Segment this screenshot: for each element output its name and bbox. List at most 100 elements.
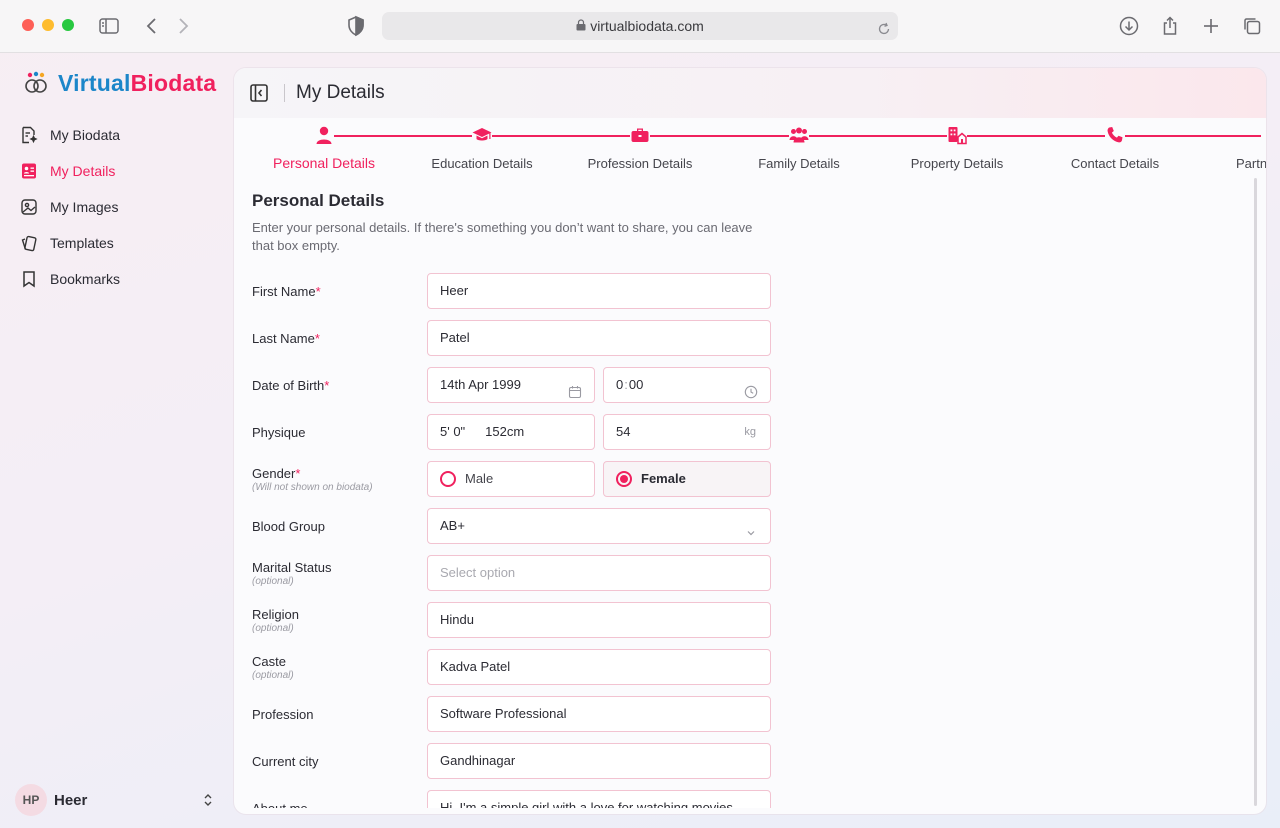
share-icon[interactable] <box>1158 14 1182 38</box>
collapse-sidebar-icon[interactable] <box>249 83 269 103</box>
weight-unit: kg <box>744 426 756 438</box>
profession-row: Profession Software Professional <box>252 696 772 732</box>
address-bar[interactable]: virtualbiodata.com <box>382 12 898 40</box>
dob-date-value: 14th Apr 1999 <box>440 377 521 392</box>
tab-partner[interactable]: Partner <box>1236 156 1266 171</box>
profession-field[interactable]: Software Professional <box>427 696 771 732</box>
marital-status-label: Marital Status (optional) <box>252 559 332 587</box>
sidebar-nav: My Biodata My Details My Images Template… <box>20 117 220 297</box>
sidebar-item-my-biodata[interactable]: My Biodata <box>20 117 220 153</box>
current-city-label: Current city <box>252 753 319 769</box>
building-icon[interactable] <box>947 125 967 145</box>
gender-male-option[interactable]: Male <box>427 461 595 497</box>
religion-row: Religion (optional) Hindu <box>252 602 772 638</box>
forward-icon[interactable] <box>171 14 195 38</box>
gender-female-label: Female <box>641 471 686 486</box>
weight-value: 54 <box>616 424 631 439</box>
first-name-label: First Name* <box>252 283 321 299</box>
clock-icon[interactable] <box>744 378 758 399</box>
back-icon[interactable] <box>140 14 164 38</box>
images-icon <box>20 198 38 216</box>
briefcase-icon[interactable] <box>630 125 650 145</box>
gender-male-label: Male <box>465 471 494 486</box>
caste-field[interactable]: Kadva Patel <box>427 649 771 685</box>
sidebar-toggle-icon[interactable] <box>97 14 121 38</box>
religion-field[interactable]: Hindu <box>427 602 771 638</box>
brand-logo[interactable]: VirtualBiodata <box>24 70 216 96</box>
current-city-field[interactable]: Gandhinagar <box>427 743 771 779</box>
tab-profession-details[interactable]: Profession Details <box>588 156 693 171</box>
blood-group-row: Blood Group AB+ <box>252 508 772 544</box>
time-minute[interactable]: 00 <box>629 377 643 392</box>
sidebar-item-label: My Images <box>50 199 119 215</box>
tab-overview-icon[interactable] <box>1240 14 1264 38</box>
religion-label: Religion (optional) <box>252 606 299 634</box>
privacy-shield-icon[interactable] <box>344 14 368 38</box>
first-name-field[interactable]: Heer <box>427 273 771 309</box>
section-description: Enter your personal details. If there's … <box>252 220 753 253</box>
sidebar-item-label: My Details <box>50 163 116 179</box>
tab-family-details[interactable]: Family Details <box>758 156 840 171</box>
biodata-icon <box>20 126 38 144</box>
rings-icon <box>25 71 47 93</box>
dob-time-field[interactable]: 0:00 <box>603 367 771 403</box>
dob-row: Date of Birth* 14th Apr 1999 0:00 <box>252 367 772 403</box>
height-feet: 5' 0" <box>440 424 466 439</box>
phone-icon[interactable] <box>1105 125 1125 145</box>
close-window-button[interactable] <box>22 19 34 31</box>
personal-details-form: Personal Details Enter your personal det… <box>252 188 1252 808</box>
height-field[interactable]: 5' 0" 152cm <box>427 414 595 450</box>
blood-group-value: AB+ <box>440 518 465 533</box>
sidebar-item-label: Templates <box>50 235 114 251</box>
graduation-cap-icon[interactable] <box>472 125 492 145</box>
new-tab-icon[interactable] <box>1199 14 1223 38</box>
physique-row: Physique 5' 0" 152cm 54 kg <box>252 414 772 450</box>
person-icon[interactable] <box>314 125 334 145</box>
physique-label: Physique <box>252 424 306 440</box>
dob-date-field[interactable]: 14th Apr 1999 <box>427 367 595 403</box>
panel-header: My Details <box>234 68 1266 118</box>
first-name-row: First Name* Heer <box>252 273 772 309</box>
avatar: HP <box>15 784 47 816</box>
chevron-down-icon <box>744 519 758 536</box>
weight-field[interactable]: 54 kg <box>603 414 771 450</box>
sidebar-item-my-images[interactable]: My Images <box>20 189 220 225</box>
user-menu[interactable]: HP Heer <box>15 784 220 816</box>
gender-female-option[interactable]: Female <box>603 461 771 497</box>
tab-personal-details[interactable]: Personal Details <box>273 155 375 171</box>
marital-status-row: Marital Status (optional) Select option <box>252 555 772 591</box>
brand-name: VirtualBiodata <box>58 69 217 96</box>
family-icon[interactable] <box>789 125 809 145</box>
page-title: My Details <box>296 82 385 103</box>
calendar-icon[interactable] <box>568 378 582 399</box>
reload-icon[interactable] <box>876 18 892 35</box>
gender-hint: (Will not shown on biodata) <box>252 481 373 493</box>
marital-status-select[interactable]: Select option <box>427 555 771 591</box>
sidebar-item-templates[interactable]: Templates <box>20 225 220 261</box>
header-divider <box>284 84 285 102</box>
sidebar-item-label: My Biodata <box>50 127 121 143</box>
tab-property-details[interactable]: Property Details <box>911 156 1003 171</box>
url-text: virtualbiodata.com <box>590 18 704 34</box>
minimize-window-button[interactable] <box>42 19 54 31</box>
sidebar-item-bookmarks[interactable]: Bookmarks <box>20 261 220 297</box>
blood-group-select[interactable]: AB+ <box>427 508 771 544</box>
about-me-textarea[interactable]: Hi, I'm a simple girl with a love for wa… <box>427 790 771 808</box>
scrollbar[interactable] <box>1254 178 1257 806</box>
last-name-field[interactable]: Patel <box>427 320 771 356</box>
lock-icon <box>576 12 586 40</box>
templates-icon <box>20 234 38 252</box>
radio-checked-icon[interactable] <box>616 471 632 487</box>
radio-unchecked-icon[interactable] <box>440 471 456 487</box>
tab-education-details[interactable]: Education Details <box>431 156 532 171</box>
tab-contact-details[interactable]: Contact Details <box>1071 156 1159 171</box>
profession-label: Profession <box>252 706 314 722</box>
sidebar-item-my-details[interactable]: My Details <box>20 153 220 189</box>
last-name-label: Last Name* <box>252 330 320 346</box>
download-icon[interactable] <box>1117 14 1141 38</box>
last-name-row: Last Name* Patel <box>252 320 772 356</box>
sidebar-item-label: Bookmarks <box>50 271 121 287</box>
maximize-window-button[interactable] <box>62 19 74 31</box>
blood-group-label: Blood Group <box>252 518 325 534</box>
dob-label: Date of Birth* <box>252 377 330 393</box>
